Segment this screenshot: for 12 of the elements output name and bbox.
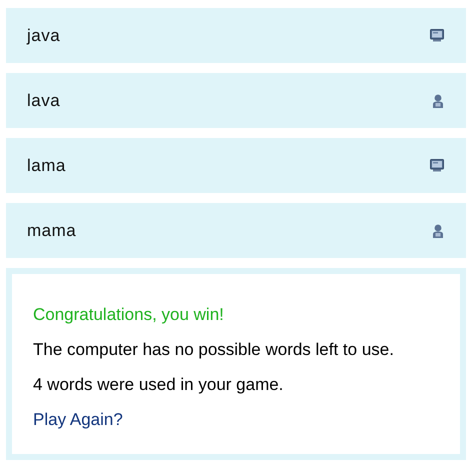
word-text: lava	[27, 90, 60, 110]
person-icon	[432, 94, 444, 108]
word-text: mama	[27, 220, 76, 240]
person-icon	[432, 224, 444, 238]
word-text: java	[27, 26, 60, 46]
reason-text: The computer has no possible words left to use.	[33, 339, 395, 360]
summary-text: 4 words were used in your game.	[33, 374, 284, 395]
win-message: Congratulations, you win!	[33, 304, 225, 325]
monitor-icon	[430, 29, 444, 42]
monitor-icon	[430, 159, 444, 172]
play-again-link[interactable]: Play Again?	[33, 410, 123, 429]
word-text: lama	[27, 156, 66, 176]
